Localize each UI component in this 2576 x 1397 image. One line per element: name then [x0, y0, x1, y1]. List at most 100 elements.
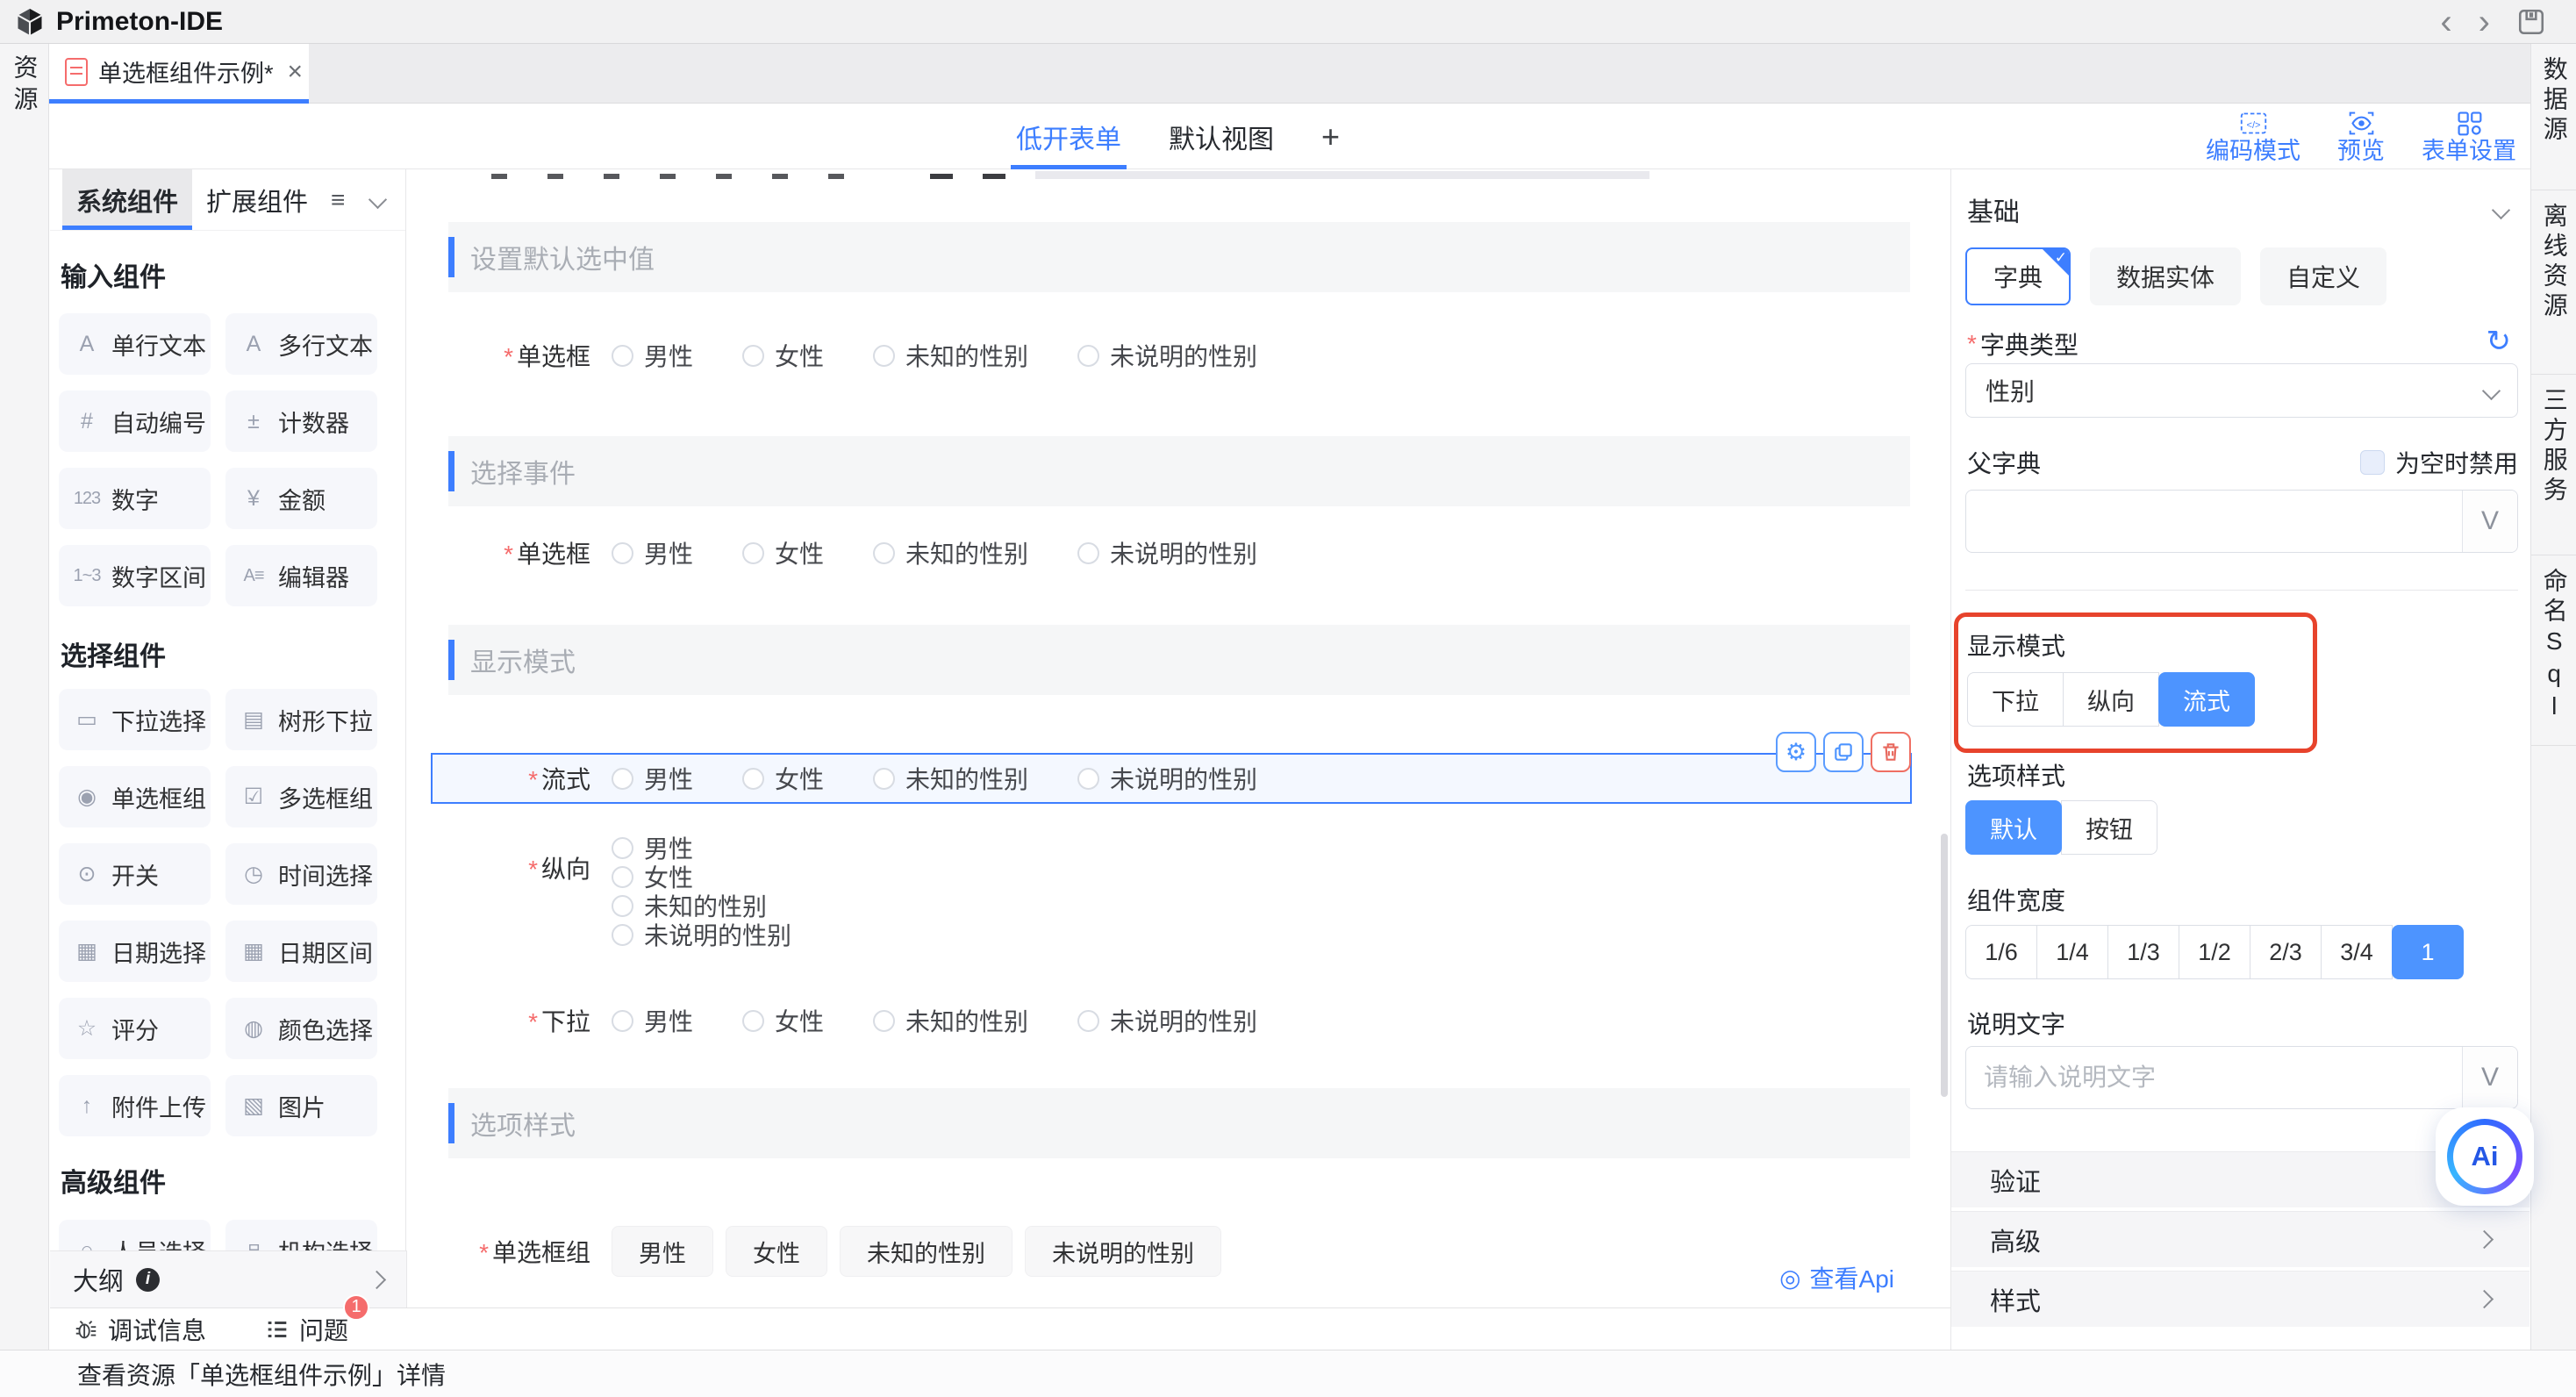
- component-time-picker[interactable]: ◷时间选择: [225, 843, 377, 905]
- component-upload[interactable]: ↑附件上传: [59, 1075, 211, 1136]
- refresh-icon[interactable]: [2487, 326, 2512, 356]
- row-dropdown-radio[interactable]: *下拉 男性 女性 未知的性别 未说明的性别: [407, 1001, 1257, 1040]
- width-1-2[interactable]: 1/2: [2179, 925, 2250, 979]
- width-1-6[interactable]: 1/6: [1965, 925, 2037, 979]
- component-person-select[interactable]: ○人员选择: [59, 1220, 211, 1250]
- preview-button[interactable]: 预览: [2337, 109, 2385, 165]
- radio-option[interactable]: 未知的性别: [873, 535, 1028, 570]
- component-currency[interactable]: ¥金额: [225, 468, 377, 529]
- radio-icon[interactable]: [1077, 542, 1099, 564]
- radio-icon[interactable]: [612, 895, 633, 917]
- parent-dict-field[interactable]: [1966, 491, 2462, 552]
- display-mode-dropdown[interactable]: 下拉: [1967, 672, 2064, 727]
- tab-dictionary[interactable]: 字典 ✓: [1965, 247, 2071, 305]
- tab-data-entity[interactable]: 数据实体: [2090, 247, 2241, 305]
- option-style-button[interactable]: 按钮: [2061, 800, 2157, 855]
- resource-strip[interactable]: 资源: [0, 44, 49, 1350]
- option-style-default[interactable]: 默认: [1965, 800, 2062, 855]
- radio-icon[interactable]: [612, 345, 633, 367]
- radio-icon[interactable]: [1077, 1010, 1099, 1032]
- radio-option[interactable]: 男性: [612, 836, 791, 859]
- width-full[interactable]: 1: [2392, 925, 2464, 979]
- save-icon[interactable]: [2516, 7, 2546, 37]
- component-checkbox-group[interactable]: ☑多选框组: [225, 766, 377, 827]
- radio-option[interactable]: 女性: [612, 865, 791, 888]
- row-default-radio[interactable]: *单选框 男性 女性 未知的性别 未说明的性别: [407, 336, 1257, 375]
- tab-low-code-form[interactable]: 低开表单: [1016, 104, 1121, 169]
- strip-data-source[interactable]: 数据源: [2531, 44, 2576, 190]
- radio-option[interactable]: 未知的性别: [873, 338, 1028, 373]
- parent-dict-suffix-button[interactable]: V: [2462, 491, 2517, 552]
- section-style[interactable]: 样式: [1951, 1271, 2529, 1327]
- width-2-3[interactable]: 2/3: [2250, 925, 2322, 979]
- component-tree-select[interactable]: ▤树形下拉: [225, 689, 377, 750]
- problems-button[interactable]: 问题 1: [264, 1312, 348, 1347]
- component-radio-group[interactable]: ◉单选框组: [59, 766, 211, 827]
- view-api-link[interactable]: 查看Api: [1779, 1260, 1894, 1295]
- option-button[interactable]: 未知的性别: [840, 1226, 1013, 1277]
- radio-icon[interactable]: [1077, 345, 1099, 367]
- radio-option[interactable]: 未说明的性别: [1077, 535, 1257, 570]
- radio-icon[interactable]: [873, 345, 895, 367]
- radio-icon[interactable]: [1077, 768, 1099, 790]
- option-button[interactable]: 女性: [726, 1226, 827, 1277]
- collapse-sidebar-icon[interactable]: [371, 169, 393, 230]
- help-text-field[interactable]: [1966, 1047, 2462, 1108]
- radio-option[interactable]: 未知的性别: [612, 894, 791, 917]
- row-copy-button[interactable]: [1823, 732, 1864, 772]
- checkbox-icon[interactable]: [2360, 450, 2385, 475]
- row-event-radio[interactable]: *单选框 男性 女性 未知的性别 未说明的性别: [407, 534, 1257, 572]
- radio-icon[interactable]: [612, 768, 633, 790]
- nav-forward-icon[interactable]: ›: [2479, 4, 2490, 39]
- ai-assistant-button[interactable]: Ai: [2436, 1107, 2534, 1206]
- radio-icon[interactable]: [612, 1010, 633, 1032]
- row-delete-button[interactable]: [1871, 732, 1911, 772]
- close-tab-icon[interactable]: ×: [288, 57, 304, 87]
- radio-option[interactable]: 男性: [612, 761, 693, 796]
- row-flow-radio[interactable]: *流式 男性 女性 未知的性别 未说明的性别: [407, 759, 1257, 798]
- radio-option[interactable]: 女性: [742, 535, 824, 570]
- width-1-4[interactable]: 1/4: [2036, 925, 2108, 979]
- radio-icon[interactable]: [873, 1010, 895, 1032]
- radio-icon[interactable]: [873, 542, 895, 564]
- component-switch[interactable]: ⊙开关: [59, 843, 211, 905]
- component-counter[interactable]: ±计数器: [225, 390, 377, 452]
- row-button-group[interactable]: *单选框组 男性 女性 未知的性别 未说明的性别: [407, 1226, 1221, 1277]
- debug-info-button[interactable]: 调试信息: [73, 1312, 206, 1347]
- radio-option[interactable]: 男性: [612, 338, 693, 373]
- option-button[interactable]: 未说明的性别: [1025, 1226, 1221, 1277]
- tab-default-view[interactable]: 默认视图: [1169, 104, 1274, 169]
- tab-custom[interactable]: 自定义: [2260, 247, 2386, 305]
- row-settings-button[interactable]: ⚙: [1776, 732, 1816, 772]
- form-canvas[interactable]: 设置默认选中值 *单选框 男性 女性 未知的性别 未说明的性别 选择事件 *单选…: [407, 169, 1950, 1307]
- radio-option[interactable]: 未说明的性别: [1077, 1003, 1257, 1038]
- radio-icon[interactable]: [742, 768, 764, 790]
- width-3-4[interactable]: 3/4: [2321, 925, 2393, 979]
- component-color-picker[interactable]: ◍颜色选择: [225, 998, 377, 1059]
- component-image[interactable]: ▧图片: [225, 1075, 377, 1136]
- component-org-select[interactable]: 品机构选择: [225, 1220, 377, 1250]
- radio-option[interactable]: 未说明的性别: [1077, 761, 1257, 796]
- row-vertical-radio[interactable]: *纵向 男性 女性 未知的性别 未说明的性别: [407, 836, 791, 946]
- radio-icon[interactable]: [873, 768, 895, 790]
- component-multi-text[interactable]: A多行文本: [225, 313, 377, 375]
- collapse-base-icon[interactable]: [2492, 200, 2510, 219]
- radio-icon[interactable]: [742, 542, 764, 564]
- canvas-scrollbar[interactable]: [1941, 834, 1948, 1097]
- radio-option[interactable]: 男性: [612, 1003, 693, 1038]
- component-editor[interactable]: A≡编辑器: [225, 545, 377, 606]
- display-mode-vertical[interactable]: 纵向: [2063, 672, 2159, 727]
- component-number[interactable]: 123数字: [59, 468, 211, 529]
- component-date-picker[interactable]: ▦日期选择: [59, 921, 211, 982]
- nav-back-icon[interactable]: ‹: [2440, 4, 2451, 39]
- option-button[interactable]: 男性: [612, 1226, 713, 1277]
- section-base-header[interactable]: 基础: [1967, 184, 2508, 235]
- radio-option[interactable]: 女性: [742, 1003, 824, 1038]
- component-select[interactable]: ▭下拉选择: [59, 689, 211, 750]
- document-tab[interactable]: 单选框组件示例* ×: [49, 44, 309, 99]
- tab-system-components[interactable]: 系统组件: [62, 169, 192, 230]
- tab-extension-components[interactable]: 扩展组件: [192, 169, 322, 230]
- form-settings-button[interactable]: 表单设置: [2422, 109, 2516, 165]
- radio-option[interactable]: 女性: [742, 761, 824, 796]
- component-number-range[interactable]: 1~3数字区间: [59, 545, 211, 606]
